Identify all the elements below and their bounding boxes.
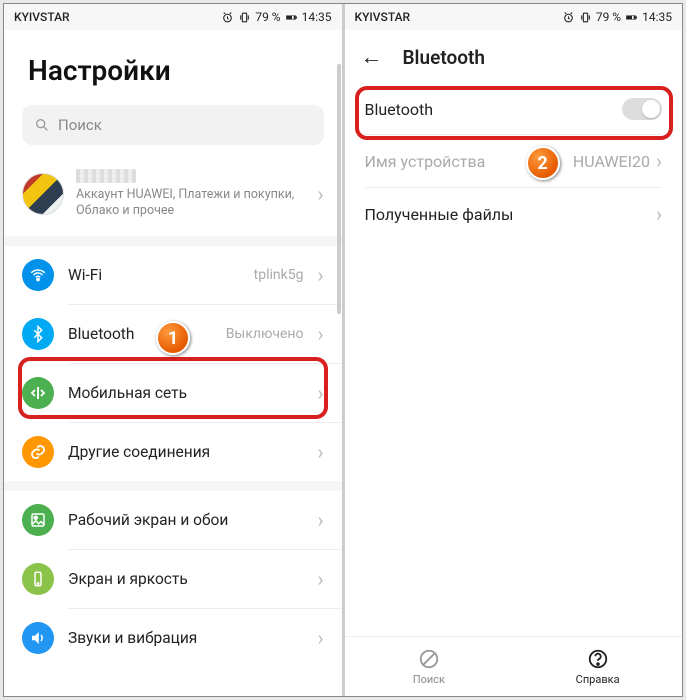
wifi-icon	[22, 259, 54, 291]
status-bar: KYIVSTAR 79 % 14:35	[345, 4, 683, 30]
carrier-label: KYIVSTAR	[14, 10, 70, 24]
sound-icon	[22, 622, 54, 654]
bottom-search-label: Поиск	[413, 673, 445, 686]
bluetooth-title: Bluetooth	[403, 46, 485, 69]
wallpaper-icon	[22, 504, 54, 536]
display-icon	[22, 563, 54, 595]
help-icon	[587, 648, 609, 670]
chevron-right-icon: ›	[317, 263, 323, 287]
wifi-label: Wi-Fi	[68, 266, 240, 284]
device-name-value: HUAWEI20	[573, 152, 650, 171]
sound-row[interactable]: Звуки и вибрация ›	[4, 609, 342, 658]
alarm-icon	[221, 11, 234, 24]
chevron-right-icon: ›	[317, 322, 323, 346]
bottom-search-tab[interactable]: Поиск	[345, 637, 514, 696]
page-header: Настройки	[4, 30, 342, 105]
vibrate-icon	[579, 11, 592, 24]
mobile-icon	[22, 377, 54, 409]
received-files-row[interactable]: Полученные файлы ›	[345, 188, 683, 240]
battery-icon	[625, 11, 638, 24]
account-name-blurred	[76, 169, 136, 183]
sound-label: Звуки и вибрация	[68, 629, 303, 647]
chevron-right-icon: ›	[317, 182, 323, 206]
search-icon	[34, 117, 50, 133]
block-icon	[418, 648, 440, 670]
link-icon	[22, 436, 54, 468]
chevron-right-icon: ›	[317, 626, 323, 650]
page-title: Настройки	[28, 54, 318, 87]
wifi-row[interactable]: Wi-Fi tplink5g ›	[4, 246, 342, 304]
vibrate-icon	[238, 11, 251, 24]
bluetooth-value: Выключено	[226, 326, 304, 342]
bottom-bar: Поиск Справка	[345, 636, 683, 696]
account-subtext: Аккаунт HUAWEI, Платежи и покупки, Облак…	[76, 187, 305, 220]
other-label: Другие соединения	[68, 443, 303, 461]
phone-right-bluetooth: KYIVSTAR 79 % 14:35 ← Bluetooth Bluetoot…	[345, 4, 683, 696]
step-badge-1: 1	[156, 321, 190, 355]
bluetooth-label: Bluetooth	[68, 325, 212, 343]
bottom-help-label: Справка	[576, 673, 620, 686]
battery-icon	[285, 11, 298, 24]
bottom-help-tab[interactable]: Справка	[513, 637, 682, 696]
other-connections-row[interactable]: Другие соединения ›	[4, 423, 342, 481]
device-name-label: Имя устройства	[365, 152, 486, 171]
carrier-label: KYIVSTAR	[355, 10, 411, 24]
battery-text: 79 %	[596, 10, 621, 24]
wallpaper-row[interactable]: Рабочий экран и обои ›	[4, 491, 342, 549]
account-row[interactable]: Аккаунт HUAWEI, Платежи и покупки, Облак…	[4, 159, 342, 236]
clock-text: 14:35	[302, 10, 332, 24]
bluetooth-toggle[interactable]	[622, 98, 662, 120]
alarm-icon	[562, 11, 575, 24]
received-files-label: Полученные файлы	[365, 205, 514, 224]
mobile-network-row[interactable]: Мобильная сеть ›	[4, 364, 342, 422]
device-name-row[interactable]: Имя устройства HUAWEI20 ›	[345, 135, 683, 187]
chevron-right-icon: ›	[317, 508, 323, 532]
status-bar: KYIVSTAR 79 % 14:35	[4, 4, 342, 30]
wallpaper-label: Рабочий экран и обои	[68, 511, 303, 529]
avatar	[22, 173, 64, 215]
bluetooth-header: ← Bluetooth	[345, 30, 683, 84]
mobile-label: Мобильная сеть	[68, 384, 303, 402]
bluetooth-toggle-label: Bluetooth	[365, 100, 434, 119]
display-row[interactable]: Экран и яркость ›	[4, 550, 342, 608]
chevron-right-icon: ›	[317, 381, 323, 405]
phone-left-settings: KYIVSTAR 79 % 14:35 Настройки Поиск Акка…	[4, 4, 342, 696]
display-label: Экран и яркость	[68, 570, 303, 588]
bluetooth-icon	[22, 318, 54, 350]
chevron-right-icon: ›	[317, 440, 323, 464]
step-badge-2: 2	[526, 146, 560, 180]
search-placeholder: Поиск	[58, 116, 102, 134]
battery-text: 79 %	[255, 10, 280, 24]
chevron-right-icon: ›	[656, 149, 662, 173]
section-gap	[4, 236, 342, 246]
back-button[interactable]: ←	[361, 44, 383, 70]
chevron-right-icon: ›	[656, 202, 662, 226]
chevron-right-icon: ›	[317, 567, 323, 591]
bluetooth-toggle-row[interactable]: Bluetooth	[345, 84, 683, 134]
clock-text: 14:35	[642, 10, 672, 24]
wifi-value: tplink5g	[254, 267, 304, 283]
section-gap	[4, 481, 342, 491]
search-input[interactable]: Поиск	[22, 105, 324, 145]
